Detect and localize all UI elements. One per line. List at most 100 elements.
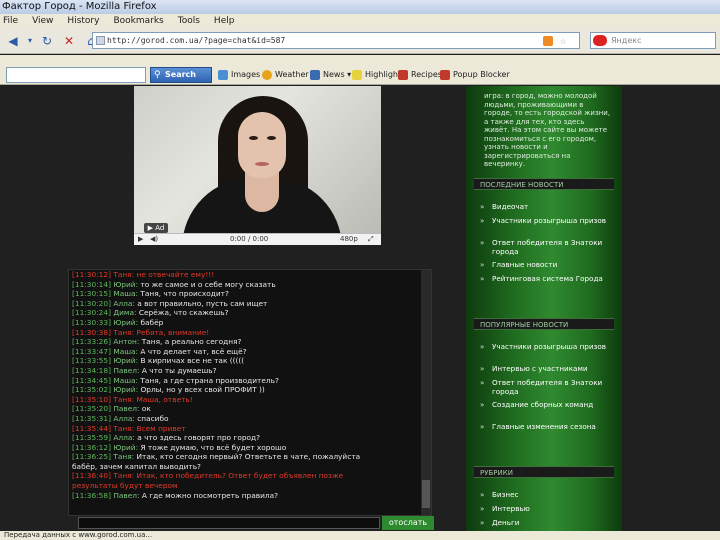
chat-timestamp: [11:36:25]	[72, 452, 114, 462]
chat-scrollbar[interactable]	[421, 270, 431, 515]
chat-nickname[interactable]: Маша:	[113, 347, 140, 356]
sidebar-link[interactable]: Деньги	[480, 518, 614, 527]
url-field[interactable]: http://gorod.com.ua/?page=chat&id=587 ☆	[92, 32, 580, 49]
chat-nickname[interactable]: Таня:	[113, 328, 136, 337]
chat-nickname[interactable]: Павел:	[113, 366, 142, 375]
chat-text: а вот правильно, пусть сам ищет	[137, 298, 268, 308]
webcam-video[interactable]: ▶ Ad ▶ ◀) 0:00 / 0:00 480p ⤢	[134, 86, 381, 245]
menu-bookmarks[interactable]: Bookmarks	[113, 14, 163, 28]
sidebar-link[interactable]: Рейтинговая система Города	[480, 274, 614, 283]
chat-nickname[interactable]: Павел:	[113, 404, 142, 413]
play-icon[interactable]: ▶	[138, 234, 143, 245]
sidebar-link[interactable]: Интервью с участниками	[480, 364, 614, 373]
images-icon	[218, 70, 228, 80]
chat-timestamp: [11:33:47]	[72, 346, 114, 356]
toolbar-images[interactable]: Images	[218, 69, 260, 81]
menu-help[interactable]: Help	[214, 14, 235, 28]
sidebar-link[interactable]: Интервью	[480, 504, 614, 513]
stop-icon[interactable]: ✕	[60, 32, 78, 50]
chat-message: [11:35:44] Таня: Всем привет	[72, 424, 420, 434]
toolbar-search-button[interactable]: ⚲ Search	[150, 67, 212, 83]
volume-icon[interactable]: ◀)	[150, 234, 158, 245]
video-quality[interactable]: 480p	[340, 234, 358, 245]
sidebar-link[interactable]: Главные новости	[480, 260, 614, 269]
chat-nickname[interactable]: Алла:	[113, 299, 137, 308]
chat-nickname[interactable]: Юрий:	[113, 280, 140, 289]
chat-message: [11:35:31] Алла: спасибо	[72, 414, 420, 424]
sidebar-section-heading: ПОПУЛЯРНЫЕ НОВОСТИ	[474, 318, 614, 330]
toolbar-highlight[interactable]: Highlight	[352, 69, 401, 81]
toolbar-popup-blocker[interactable]: Popup Blocker	[440, 69, 510, 81]
fullscreen-icon[interactable]: ⤢	[368, 234, 374, 245]
chat-text: Я тоже думаю, что всё будет хорошо	[140, 442, 287, 452]
chat-nickname[interactable]: Таня:	[113, 471, 136, 480]
sidebar-link[interactable]: Главные изменения сезона	[480, 422, 614, 431]
chat-message: [11:30:20] Алла: а вот правильно, пусть …	[72, 299, 420, 309]
chat-message: [11:33:55] Юрий: В кирпичах все не так (…	[72, 356, 420, 366]
chat-nickname[interactable]: Павел:	[113, 491, 142, 500]
chat-nickname[interactable]: Алла:	[113, 414, 137, 423]
sidebar-link[interactable]: Участники розыгрыша призов	[480, 342, 614, 351]
reload-icon[interactable]: ↻	[38, 32, 56, 50]
rss-icon[interactable]	[543, 36, 553, 46]
menu-view[interactable]: View	[32, 14, 53, 28]
send-button[interactable]: отослать	[382, 516, 434, 530]
popup-blocker-icon	[440, 70, 450, 80]
chat-text: то же самое и о себе могу сказать	[140, 279, 276, 289]
menu-history[interactable]: History	[67, 14, 99, 28]
dropdown-arrow-icon[interactable]: ▾	[26, 32, 34, 50]
chat-text: Таня, а реально сегодня?	[141, 337, 242, 347]
sidebar-link[interactable]: Бизнес	[480, 490, 614, 499]
toolbar-weather[interactable]: Weather	[262, 69, 309, 81]
chat-timestamp: [11:36:12]	[72, 442, 114, 452]
sidebar-link[interactable]: Участники розыгрыша призов	[480, 216, 614, 225]
sidebar-link[interactable]: Ответ победителя в Знатоки города	[480, 238, 614, 256]
chat-nickname[interactable]: Таня:	[113, 452, 136, 461]
video-frame-face	[238, 112, 286, 178]
chat-timestamp: [11:30:33]	[72, 317, 114, 327]
ad-badge[interactable]: ▶ Ad	[144, 223, 168, 233]
chat-nickname[interactable]: Маша:	[113, 289, 140, 298]
chat-nickname[interactable]: Юрий:	[113, 318, 140, 327]
chat-text: Орлы, но у всех свой ПРОФИТ ))	[140, 385, 265, 395]
search-toolbar: ⚲ Search Images Weather News ▾ Highlight…	[0, 55, 720, 85]
chat-nickname[interactable]: Дима:	[113, 308, 139, 317]
chat-message-input[interactable]	[78, 517, 380, 529]
chat-nickname[interactable]: Алла:	[113, 433, 137, 442]
yandex-logo-icon	[593, 35, 607, 46]
chat-message: [11:30:14] Юрий: то же самое и о себе мо…	[72, 280, 420, 290]
toolbar-search-input[interactable]	[6, 67, 146, 83]
chat-timestamp: [11:36:40]	[72, 471, 114, 481]
toolbar-news-label: News ▾	[323, 70, 352, 79]
menu-tools[interactable]: Tools	[178, 14, 200, 28]
bookmark-star-icon[interactable]: ☆	[560, 34, 566, 49]
chat-message: [11:36:12] Юрий: Я тоже думаю, что всё б…	[72, 443, 420, 453]
chat-nickname[interactable]: Таня:	[113, 424, 136, 433]
chat-message: [11:30:38] Таня: Ребята, внимание!	[72, 328, 420, 338]
sidebar-link[interactable]: Создание сборных команд	[480, 400, 614, 409]
toolbar-news[interactable]: News ▾	[310, 69, 351, 81]
chat-nickname[interactable]: Юрий:	[113, 385, 140, 394]
sidebar-link[interactable]: Видеочат	[480, 202, 614, 211]
chat-message: [11:33:26] Антон: Таня, а реально сегодн…	[72, 337, 420, 347]
back-arrow-icon[interactable]: ◀	[4, 32, 22, 50]
chat-nickname[interactable]: Таня:	[113, 270, 136, 279]
toolbar-recipes[interactable]: Recipes	[398, 69, 442, 81]
chat-message: [11:35:10] Таня: Маша, ответь!	[72, 395, 420, 405]
chat-timestamp: [11:34:18]	[72, 365, 114, 375]
chat-message: [11:36:40] Таня: Итак, кто победитель? О…	[72, 471, 420, 481]
chat-scrollbar-thumb[interactable]	[422, 480, 430, 508]
video-frame-mouth	[255, 162, 269, 166]
menu-file[interactable]: File	[3, 14, 18, 28]
page-content: ▶ Ad ▶ ◀) 0:00 / 0:00 480p ⤢ [11:30:12] …	[0, 86, 720, 531]
chat-text: А что ты думаешь?	[141, 365, 217, 375]
chat-nickname[interactable]: Юрий:	[113, 443, 140, 452]
sidebar-link[interactable]: Ответ победителя в Знатоки города	[480, 378, 614, 396]
search-engine-field[interactable]: Яндекс	[590, 32, 716, 49]
chat-nickname[interactable]: Антон:	[113, 337, 141, 346]
chat-nickname[interactable]: Юрий:	[113, 356, 140, 365]
chat-timestamp: [11:35:02]	[72, 385, 114, 395]
chat-timestamp: [11:36:58]	[72, 490, 114, 500]
chat-nickname[interactable]: Маша:	[113, 376, 140, 385]
chat-nickname[interactable]: Таня:	[113, 395, 136, 404]
